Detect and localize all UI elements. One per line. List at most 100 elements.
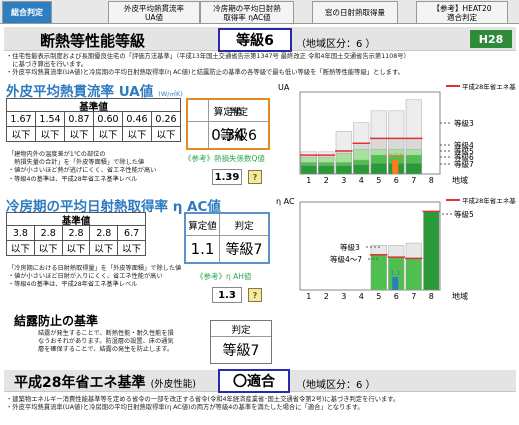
ua-x-tick: 1 xyxy=(306,176,311,185)
ua-bar-等級7-1 xyxy=(300,165,317,175)
condensation-title: 結露防止の基準 xyxy=(14,314,99,328)
ua-ika: 以下 xyxy=(93,126,123,142)
ua-value-label: 0.34 xyxy=(388,152,402,160)
help-icon[interactable]: ? xyxy=(248,288,262,302)
note-line: ・住宅性能表示制度および長期優良住宅の「評価方法基準」（平成13年国土交通省告示… xyxy=(6,53,410,60)
insulation-title: 断熱等性能等級 xyxy=(40,32,146,50)
ua-x-tick: 5 xyxy=(376,176,381,185)
ua-ref-label: 《参考》熱損失係数Q値 xyxy=(184,154,265,163)
eta-ref-label: 《参考》η AH値 xyxy=(196,272,252,281)
ua-x-tick: 8 xyxy=(429,176,434,185)
eta-bar-等級4-7-8 xyxy=(423,211,440,291)
tab-label: 外皮平均熱貫流率 UA値 xyxy=(124,3,184,22)
ua-unit: (W/㎡K) xyxy=(158,90,183,98)
ua-judge-value: 等級6 xyxy=(220,128,257,144)
eta-ika: 以下 xyxy=(6,240,35,256)
eta-ika: 以下 xyxy=(61,240,91,256)
eta-series-label: 等級5 xyxy=(454,209,474,219)
tab-overall-judgment[interactable]: 総合判定 xyxy=(2,1,52,23)
h28-badge: H28 xyxy=(470,30,512,48)
help-icon[interactable]: ? xyxy=(248,170,262,184)
ua-bar-等級7-7 xyxy=(405,163,422,175)
eta-value-bar xyxy=(392,277,399,290)
eta-threshold-7: 6.7 xyxy=(117,225,146,241)
eta-judge-label: 判定 xyxy=(220,214,268,236)
tab-ua-value[interactable]: 外皮平均熱貫流率 UA値 xyxy=(108,1,200,23)
h28-notes: ・建築物エネルギー消費性能基準等を定める省令の一部を改正する省令(令和4年経済産… xyxy=(6,396,518,412)
ua-series-label: 等級3 xyxy=(454,118,474,128)
note-line: ・外皮平均熱貫流率(UA値)と冷房期の平均日射熱取得率(η AC値)と結露防止の… xyxy=(6,69,404,76)
eta-ika: 以下 xyxy=(89,240,119,256)
tab-label: 冷房期の平均日射熱 取得率 ηAC値 xyxy=(213,3,281,22)
q-value-field: 1.39 xyxy=(212,169,242,185)
eta-bar-等級4-7-5 xyxy=(370,254,387,291)
ua-x-tick: 6 xyxy=(394,176,399,185)
eta-threshold-4: 2.8 xyxy=(33,225,63,241)
ua-value-bar xyxy=(392,160,399,174)
ua-bar-等級7-5 xyxy=(370,163,387,175)
ua-threshold-3: 0.87 xyxy=(64,111,94,127)
note-line: ・等級4の基準は、平成28年省エネ基準レベル xyxy=(8,175,138,183)
ua-judge-box: 判定 等級6 xyxy=(208,98,270,150)
note-line: ・値が小さいほど熱が逃げにくく、省エネ性能が高い xyxy=(8,167,157,175)
ua-series-label: 等級7 xyxy=(454,159,474,169)
ua-notes: 「建物内外の温度差が1℃の部位の 熱損失量の合計」を「外皮等面積」で除した値 ・… xyxy=(8,151,188,184)
condensation-judge-box: 判定 等級7 xyxy=(210,320,272,364)
ua-ika: 以下 xyxy=(6,126,36,142)
eta-notes: 「冷房期における日射熱取得量」を「外皮等面積」で除した値 ・値が小さいほど日射が… xyxy=(8,265,208,290)
tab-window-solar-gain[interactable]: 窓の日射熱取得量 xyxy=(312,1,398,23)
eta-judge-value: 等級7 xyxy=(225,242,263,258)
ua-threshold-table: 1.67 1.54 0.87 0.60 0.46 0.26 以下 以下 以下 以… xyxy=(6,111,181,142)
ua-threshold-5: 0.46 xyxy=(122,111,152,127)
eta-value-label: 1.1 xyxy=(390,269,400,277)
tab-bar: 総合判定 外皮平均熱貫流率 UA値 冷房期の平均日射熱 取得率 ηAC値 窓の日… xyxy=(0,0,519,24)
ua-bar-等級7-4 xyxy=(353,164,370,175)
insulation-grade-box: 等級6 xyxy=(218,28,292,52)
h28-subtitle: (外皮性能) xyxy=(150,379,196,390)
tab-eta-ac-value[interactable]: 冷房期の平均日射熱 取得率 ηAC値 xyxy=(200,1,294,23)
eta-ah-value-field: 1.3 xyxy=(212,287,242,303)
note-line: ・等級4の基準は、平成28年省エネ基準レベル xyxy=(8,281,138,289)
eta-calc-label: 算定値 xyxy=(186,214,219,236)
ua-threshold-1: 1.67 xyxy=(6,111,36,127)
tab-label: 【参考】HEAT20 適合判定 xyxy=(432,3,492,22)
note-line: ・外皮平均熱貫流率(UA値)と冷房期の平均日射熱取得率(η AC値)の両方が等級… xyxy=(6,404,364,411)
note-line: ・建築物エネルギー消費性能基準等を定める省令の一部を改正する省令(令和4年経済産… xyxy=(6,396,400,403)
ua-threshold-6: 0.26 xyxy=(151,111,181,127)
ua-axis-label: UA xyxy=(278,83,290,92)
ua-legend-label: 平成28年省エネ基準 xyxy=(462,82,516,91)
h28-title: 平成28年省エネ基準 xyxy=(14,375,146,391)
eta-ika: 以下 xyxy=(33,240,63,256)
eta-x-tick: 4 xyxy=(359,292,364,301)
eta-x-tick: 5 xyxy=(376,292,381,301)
h28-region: （地域区分：6 ） xyxy=(296,380,376,391)
eta-x-tick: 1 xyxy=(306,292,311,301)
ua-threshold-2: 1.54 xyxy=(35,111,65,127)
ua-judge-label: 判定 xyxy=(209,100,268,122)
ua-ika: 以下 xyxy=(64,126,94,142)
note-line: 結露が発生することで、断熱性能・耐久性能を損 xyxy=(38,330,174,337)
insulation-region: （地域区分：6 ） xyxy=(296,39,376,50)
eta-x-tick: 7 xyxy=(411,292,416,301)
eta-threshold-5: 2.8 xyxy=(61,225,91,241)
eta-x-title: 地域 xyxy=(452,291,468,301)
tab-heat20[interactable]: 【参考】HEAT20 適合判定 xyxy=(416,1,508,23)
ua-title-row: 外皮平均熱貫流率 UA値 (W/㎡K) xyxy=(6,80,183,100)
ua-x-tick: 2 xyxy=(324,176,329,185)
condensation-notes: 結露が発生することで、断熱性能・耐久性能を損 なうおそれがあります。防湿層の設置… xyxy=(38,330,208,355)
h28-title-row: 平成28年省エネ基準 (外皮性能) xyxy=(14,372,196,392)
h28-result-box: 〇適合 xyxy=(218,369,290,393)
ua-x-tick: 3 xyxy=(341,176,346,185)
ua-chart: UA平成28年省エネ基準123456780.34地域等級3等級4等級5等級6等級… xyxy=(278,82,516,185)
ua-bar-等級7-3 xyxy=(335,165,352,175)
eta-series-label: 等級4～7 xyxy=(330,254,362,264)
eta-threshold-3: 3.8 xyxy=(6,225,35,241)
ua-x-tick: 7 xyxy=(411,176,416,185)
ua-ika: 以下 xyxy=(151,126,181,142)
ua-threshold-4: 0.60 xyxy=(93,111,123,127)
ua-bar-等級7-2 xyxy=(318,165,335,175)
condensation-judge-value: 等級7 xyxy=(222,343,260,359)
eta-x-tick: 8 xyxy=(429,292,434,301)
eta-chart: η AC 平成28年省エネ基準 1 2 3 4 5 6 7 8 1.1 地域 等級5 等級3 等級4～7 xyxy=(276,196,516,301)
note-line: に基づき算出を行います。 xyxy=(6,61,88,68)
